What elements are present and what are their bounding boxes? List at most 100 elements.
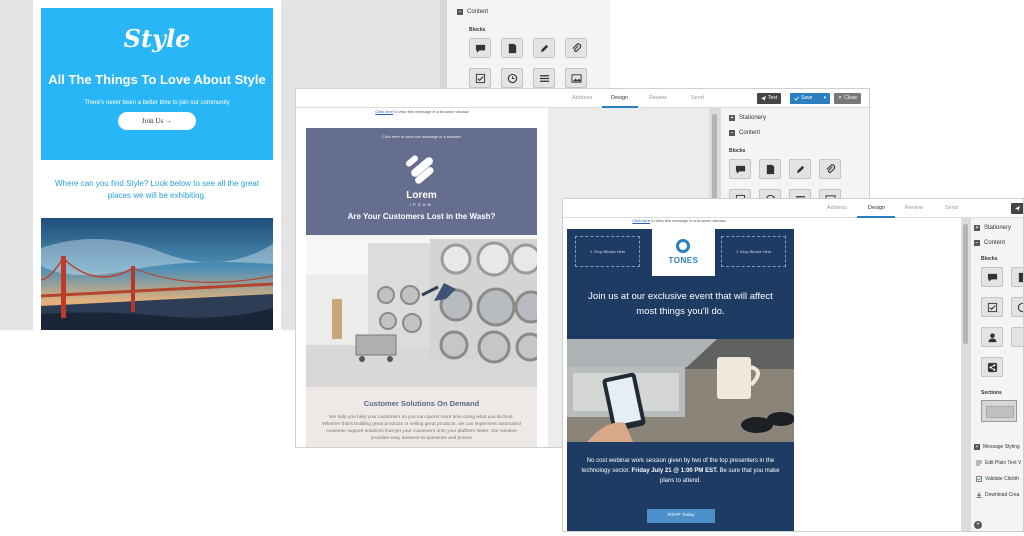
block-text-tile[interactable]: [981, 267, 1003, 287]
tab-design[interactable]: Design: [611, 95, 628, 101]
menu-edit-plain-text[interactable]: Edit Plain Text V: [971, 460, 1021, 466]
drop-zone-right[interactable]: ⇩ Drop Blocks Here: [721, 236, 786, 267]
sections-label: Sections: [981, 390, 1002, 396]
block-text-tile[interactable]: [469, 38, 491, 58]
brand-name: Lorem: [406, 190, 437, 201]
body-text[interactable]: Where can you find Style? Look below to …: [45, 178, 269, 202]
block-attachment-tile[interactable]: [565, 38, 587, 58]
drop-zone-left[interactable]: ⇩ Drop Blocks Here: [575, 236, 640, 267]
hero-subtext: There's never been a better time to join…: [84, 100, 230, 106]
tab-review[interactable]: Review: [905, 205, 923, 211]
block-pencil-tile[interactable]: [533, 38, 555, 58]
browser-view-link[interactable]: Click here to view this message in a bro…: [563, 218, 795, 223]
browser-link-anchor[interactable]: Click here: [375, 109, 393, 114]
email-preview-style: Style All The Things To Love About Style…: [33, 0, 281, 330]
collapse-icon: −: [729, 130, 735, 136]
speech-bubble-icon: [987, 273, 997, 282]
menu-message-styling[interactable]: + Message Styling: [971, 444, 1020, 450]
test-button[interactable]: [1011, 203, 1023, 214]
webinar-photo-image: [567, 339, 794, 442]
editor-window-tones: Address Design Review Send Click here to…: [562, 198, 1024, 532]
content-section-header[interactable]: − Content: [729, 130, 760, 136]
tab-review[interactable]: Review: [649, 95, 667, 101]
hero-banner[interactable]: Style All The Things To Love About Style…: [41, 8, 273, 160]
hero-browser-link[interactable]: Click here to view this message in a bro…: [306, 134, 537, 139]
clock-icon: [507, 73, 517, 83]
active-tab-indicator: [602, 106, 638, 108]
block-clock-tile[interactable]: [501, 68, 523, 88]
stationery-section-header[interactable]: + Stationery: [974, 225, 1011, 231]
checkbox-icon: [475, 73, 485, 83]
collapse-icon: −: [457, 9, 463, 15]
block-checkbox-tile[interactable]: [981, 297, 1003, 317]
laundromat-photo[interactable]: [306, 235, 537, 387]
save-button[interactable]: Save ▾: [790, 93, 830, 104]
stationery-section-header[interactable]: + Stationery: [729, 115, 766, 121]
content-section-header[interactable]: − Content: [974, 240, 1005, 246]
document-icon: [1018, 272, 1023, 282]
test-button[interactable]: Test: [757, 93, 782, 104]
close-button[interactable]: ✕ Close: [834, 93, 861, 104]
tones-logo-text: TONES: [668, 256, 699, 265]
collapse-icon: −: [974, 240, 980, 246]
hero-banner[interactable]: Click here to view this message in a bro…: [306, 128, 537, 235]
solutions-section[interactable]: Customer Solutions On Demand We help you…: [306, 387, 537, 447]
scrollbar-thumb[interactable]: [963, 224, 968, 344]
link-check-icon: [976, 476, 982, 482]
person-icon: [987, 332, 997, 342]
save-label: Save: [801, 95, 813, 101]
block-person-tile[interactable]: [981, 327, 1003, 347]
scrollbar-thumb[interactable]: [712, 114, 717, 204]
block-document-tile[interactable]: [1011, 267, 1023, 287]
paperclip-icon: [571, 42, 581, 52]
stationery-label: Stationery: [739, 115, 767, 121]
block-clock-tile[interactable]: [1011, 297, 1023, 317]
join-us-button[interactable]: Join Us →: [118, 112, 196, 130]
block-image-tile[interactable]: [565, 68, 587, 88]
webinar-photo[interactable]: [567, 339, 794, 442]
event-details[interactable]: No cost webinar work session given by tw…: [577, 456, 784, 486]
pencil-icon: [796, 165, 804, 173]
menu-label: Message Styling: [983, 444, 1020, 450]
block-document-tile[interactable]: [501, 38, 523, 58]
tab-address[interactable]: Address: [572, 95, 592, 101]
block-pencil-tile[interactable]: [789, 159, 811, 179]
menu-validate-clickthrough[interactable]: Validate Clickth: [971, 476, 1019, 482]
section-body: We help you help your customers so you c…: [322, 415, 521, 441]
block-attachment-tile[interactable]: [819, 159, 841, 179]
tones-logo[interactable]: TONES: [652, 229, 715, 276]
add-button[interactable]: +: [974, 521, 982, 529]
content-section-header[interactable]: − Content: [457, 9, 488, 15]
speech-bubble-icon: [475, 44, 485, 53]
menu-label: Validate Clickth: [985, 476, 1020, 482]
header-row: ⇩ Drop Blocks Here TONES ⇩ Drop Blocks H…: [567, 229, 794, 276]
block-list-tile[interactable]: [533, 68, 555, 88]
tab-address[interactable]: Address: [827, 205, 847, 211]
menu-download-creative[interactable]: Download Crea: [971, 492, 1019, 498]
send-icon: [1015, 206, 1020, 211]
hero-headline[interactable]: Join us at our exclusive event that will…: [577, 289, 784, 319]
section-layout-tile[interactable]: [981, 400, 1017, 422]
event-date: Friday July 21 @ 1:00 PM EST.: [631, 468, 718, 474]
scrollbar[interactable]: [961, 218, 971, 531]
tab-design[interactable]: Design: [868, 205, 885, 211]
editor-side-panel: + Stationery − Content Blocks: [971, 218, 1023, 531]
block-share-tile[interactable]: [981, 357, 1003, 377]
brand-subtitle: IPSUM: [410, 202, 433, 207]
browser-link-anchor[interactable]: Click here: [632, 218, 650, 223]
bridge-photo[interactable]: [41, 218, 273, 330]
tab-send[interactable]: Send: [945, 205, 958, 211]
blocks-label: Blocks: [981, 256, 998, 262]
block-checkbox-tile[interactable]: [469, 68, 491, 88]
block-document-tile[interactable]: [759, 159, 781, 179]
block-extra-tile[interactable]: [1011, 327, 1023, 347]
block-text-tile[interactable]: [729, 159, 751, 179]
browser-view-link[interactable]: Click here to view this message in a bro…: [296, 109, 548, 114]
tab-send[interactable]: Send: [691, 95, 704, 101]
expand-icon: +: [729, 115, 735, 121]
email-preview-lorem: Click here to view this message in a bro…: [296, 108, 548, 447]
stage: Style All The Things To Love About Style…: [0, 0, 1024, 536]
hero-headline: Are Your Customers Lost in the Wash?: [347, 212, 496, 221]
speech-bubble-icon: [735, 165, 745, 174]
rsvp-button[interactable]: RSVP Today: [647, 509, 715, 523]
